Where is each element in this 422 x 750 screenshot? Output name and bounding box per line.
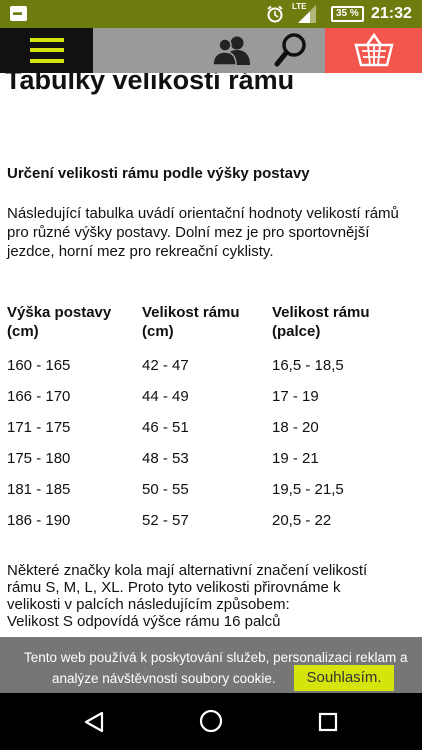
- table-cell: 17 - 19: [272, 388, 319, 405]
- table-cell: 19 - 21: [272, 450, 319, 467]
- table-cell: 44 - 49: [142, 388, 189, 405]
- cookie-accept-button[interactable]: Souhlasím.: [294, 665, 394, 691]
- column-header: Velikost rámu (cm): [142, 304, 240, 340]
- table-cell: 166 - 170: [7, 388, 71, 405]
- table-cell: 20,5 - 22: [272, 512, 332, 529]
- hamburger-icon-bar: [30, 59, 64, 63]
- status-bar: ▬ LTE 35 % 21:32: [0, 0, 422, 28]
- table-cell: 175 - 180: [7, 450, 71, 467]
- table-cell: 16,5 - 18,5: [272, 357, 344, 374]
- table-cell: 46 - 51: [142, 419, 189, 436]
- table-cell: 50 - 55: [142, 481, 189, 498]
- table-cell: 186 - 190: [7, 512, 71, 529]
- note-line: Velikost S odpovídá výšce rámu 16 palců: [7, 613, 281, 630]
- battery-indicator: 35 %: [331, 6, 364, 22]
- table-cell: 19,5 - 21,5: [272, 481, 344, 498]
- table-cell: 52 - 57: [142, 512, 189, 529]
- alarm-icon: [267, 5, 283, 23]
- menu-button[interactable]: [0, 28, 93, 73]
- table-row: 181 - 185 50 - 55 19,5 - 21,5: [7, 474, 417, 505]
- table-cell: 48 - 53: [142, 450, 189, 467]
- table-row: 186 - 190 52 - 57 20,5 - 22: [7, 505, 417, 536]
- hamburger-icon: [30, 38, 64, 42]
- notification-icon: ▬: [10, 6, 27, 21]
- basket-icon: [354, 33, 394, 67]
- size-note: Některé značky kola mají alternativní zn…: [7, 562, 415, 630]
- note-line: velikosti v palcích následujícím způsobe…: [7, 596, 290, 613]
- table-row: 166 - 170 44 - 49 17 - 19: [7, 381, 417, 412]
- back-triangle-icon[interactable]: [83, 711, 105, 733]
- frame-size-table: Výška postavy (cm) Velikost rámu (cm) Ve…: [7, 303, 417, 536]
- table-cell: 18 - 20: [272, 419, 319, 436]
- column-header: Velikost rámu (palce): [272, 304, 370, 340]
- cart-button[interactable]: [325, 28, 422, 73]
- table-cell: 160 - 165: [7, 357, 71, 374]
- table-row: 175 - 180 48 - 53 19 - 21: [7, 443, 417, 474]
- clock: 21:32: [371, 5, 412, 22]
- search-icon[interactable]: [274, 32, 308, 68]
- intro-paragraph: Následující tabulka uvádí orientační hod…: [7, 205, 399, 260]
- note-line: Některé značky kola mají alternativní zn…: [7, 562, 368, 579]
- column-header: Výška postavy (cm): [7, 304, 112, 340]
- system-nav-bar: [0, 693, 422, 750]
- cookie-banner: Tento web používá k poskytování služeb, …: [0, 637, 422, 693]
- hamburger-icon-bar: [30, 48, 64, 52]
- users-icon[interactable]: [212, 34, 252, 66]
- note-line: rámu S, M, L, XL. Proto tyto velikosti p…: [7, 579, 341, 596]
- section-title: Určení velikosti rámu podle výšky postav…: [7, 165, 310, 182]
- table-row: 171 - 175 46 - 51 18 - 20: [7, 412, 417, 443]
- recent-apps-icon[interactable]: [318, 712, 338, 732]
- table-cell: 171 - 175: [7, 419, 71, 436]
- table-header-row: Výška postavy (cm) Velikost rámu (cm) Ve…: [7, 303, 417, 350]
- signal-icon: [298, 5, 316, 23]
- site-header: [0, 28, 422, 73]
- table-row: 160 - 165 42 - 47 16,5 - 18,5: [7, 350, 417, 381]
- table-cell: 181 - 185: [7, 481, 71, 498]
- table-cell: 42 - 47: [142, 357, 189, 374]
- home-circle-icon[interactable]: [199, 709, 223, 733]
- page-content: Tabulky velikostí rámu Určení velikosti …: [5, 60, 417, 630]
